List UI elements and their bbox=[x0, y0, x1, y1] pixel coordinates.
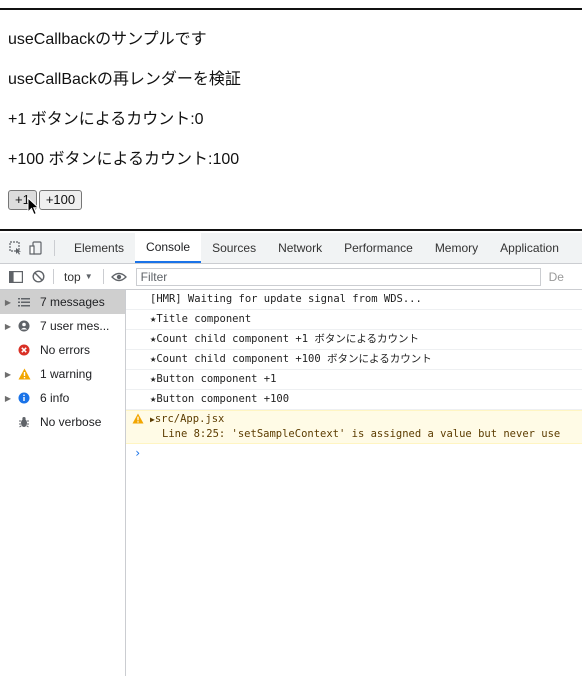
tab-console[interactable]: Console bbox=[135, 233, 202, 263]
clear-console-icon[interactable] bbox=[27, 264, 49, 289]
console-body: ▶ 7 messages ▶ 7 user mes... No errors ▶… bbox=[0, 290, 582, 676]
toolbar-separator bbox=[102, 269, 104, 284]
sidebar-item-label: 6 info bbox=[40, 391, 70, 405]
console-sidebar: ▶ 7 messages ▶ 7 user mes... No errors ▶… bbox=[0, 290, 126, 676]
filter-placeholder: Filter bbox=[140, 269, 168, 284]
sidebar-item-verbose[interactable]: No verbose bbox=[0, 410, 125, 434]
console-message: [HMR] Waiting for update signal from WDS… bbox=[126, 290, 582, 310]
info-icon bbox=[16, 390, 32, 406]
count-plus100-text: +100 ボタンによるカウント:100 bbox=[8, 151, 240, 168]
expand-arrow-icon[interactable]: ▶ bbox=[0, 394, 16, 403]
tab-performance[interactable]: Performance bbox=[333, 233, 424, 263]
warning-file[interactable]: src/App.jsx bbox=[155, 413, 225, 425]
tab-memory[interactable]: Memory bbox=[424, 233, 489, 263]
toolbar-separator bbox=[53, 269, 54, 284]
tab-application[interactable]: Application bbox=[489, 233, 570, 263]
devtools-tab-bar: Elements Console Sources Network Perform… bbox=[0, 233, 582, 264]
button-row: +1 +100 bbox=[8, 190, 83, 210]
top-divider bbox=[0, 8, 582, 10]
context-label: top bbox=[64, 269, 81, 284]
tab-elements[interactable]: Elements bbox=[63, 233, 135, 263]
expand-arrow-icon[interactable]: ▶ bbox=[0, 298, 16, 307]
expand-arrow-icon[interactable]: ▶ bbox=[0, 370, 16, 379]
console-warning[interactable]: ▶src/App.jsx Line 8:25: 'setSampleContex… bbox=[126, 410, 582, 444]
app-heading: useCallbackのサンプルです bbox=[8, 31, 207, 48]
count-plus1-text: +1 ボタンによるカウント:0 bbox=[8, 111, 204, 128]
console-prompt[interactable]: › bbox=[126, 444, 582, 462]
sidebar-item-label: 7 messages bbox=[40, 295, 105, 309]
sidebar-item-label: 1 warning bbox=[40, 367, 93, 381]
dropdown-arrow-icon: ▼ bbox=[84, 272, 93, 281]
list-icon bbox=[16, 294, 32, 310]
console-message: ★Title component bbox=[126, 310, 582, 330]
console-message: ★Button component +1 bbox=[126, 370, 582, 390]
sidebar-item-warnings[interactable]: ▶ 1 warning bbox=[0, 362, 125, 386]
warning-icon bbox=[16, 366, 32, 382]
bug-icon bbox=[16, 414, 32, 430]
mouse-pointer-icon bbox=[27, 197, 40, 216]
console-message: ★Count child component +1 ボタンによるカウント bbox=[126, 330, 582, 350]
sidebar-item-info[interactable]: ▶ 6 info bbox=[0, 386, 125, 410]
sidebar-item-label: 7 user mes... bbox=[40, 319, 110, 333]
inspect-element-icon[interactable] bbox=[6, 233, 26, 263]
console-output: [HMR] Waiting for update signal from WDS… bbox=[126, 290, 582, 676]
tab-separator bbox=[54, 240, 55, 256]
console-message: ★Count child component +100 ボタンによるカウント bbox=[126, 350, 582, 370]
default-levels-dropdown[interactable]: De bbox=[549, 270, 564, 284]
sidebar-item-messages[interactable]: ▶ 7 messages bbox=[0, 290, 125, 314]
warning-icon bbox=[132, 413, 144, 428]
error-icon bbox=[16, 342, 32, 358]
expand-arrow-icon[interactable]: ▶ bbox=[0, 322, 16, 331]
sidebar-item-user-messages[interactable]: ▶ 7 user mes... bbox=[0, 314, 125, 338]
app-subheading: useCallBackの再レンダーを検証 bbox=[8, 71, 241, 88]
plus100-button[interactable]: +100 bbox=[38, 190, 83, 210]
bottom-divider bbox=[0, 229, 582, 231]
warning-source[interactable]: ▶src/App.jsx bbox=[150, 412, 582, 427]
sidebar-item-errors[interactable]: No errors bbox=[0, 338, 125, 362]
warning-detail: Line 8:25: 'setSampleContext' is assigne… bbox=[162, 428, 561, 440]
devtools-panel: Elements Console Sources Network Perform… bbox=[0, 233, 582, 676]
sidebar-item-label: No verbose bbox=[40, 415, 102, 429]
tab-sources[interactable]: Sources bbox=[201, 233, 267, 263]
device-toolbar-icon[interactable] bbox=[26, 233, 46, 263]
sidebar-item-label: No errors bbox=[40, 343, 91, 357]
eye-icon[interactable] bbox=[108, 264, 130, 289]
console-toolbar: top ▼ Filter De bbox=[0, 264, 582, 290]
user-icon bbox=[16, 318, 32, 334]
console-message: ★Button component +100 bbox=[126, 390, 582, 410]
tab-network[interactable]: Network bbox=[267, 233, 333, 263]
context-selector[interactable]: top ▼ bbox=[58, 270, 99, 284]
filter-input[interactable]: Filter bbox=[135, 267, 541, 286]
sidebar-toggle-icon[interactable] bbox=[5, 264, 27, 289]
